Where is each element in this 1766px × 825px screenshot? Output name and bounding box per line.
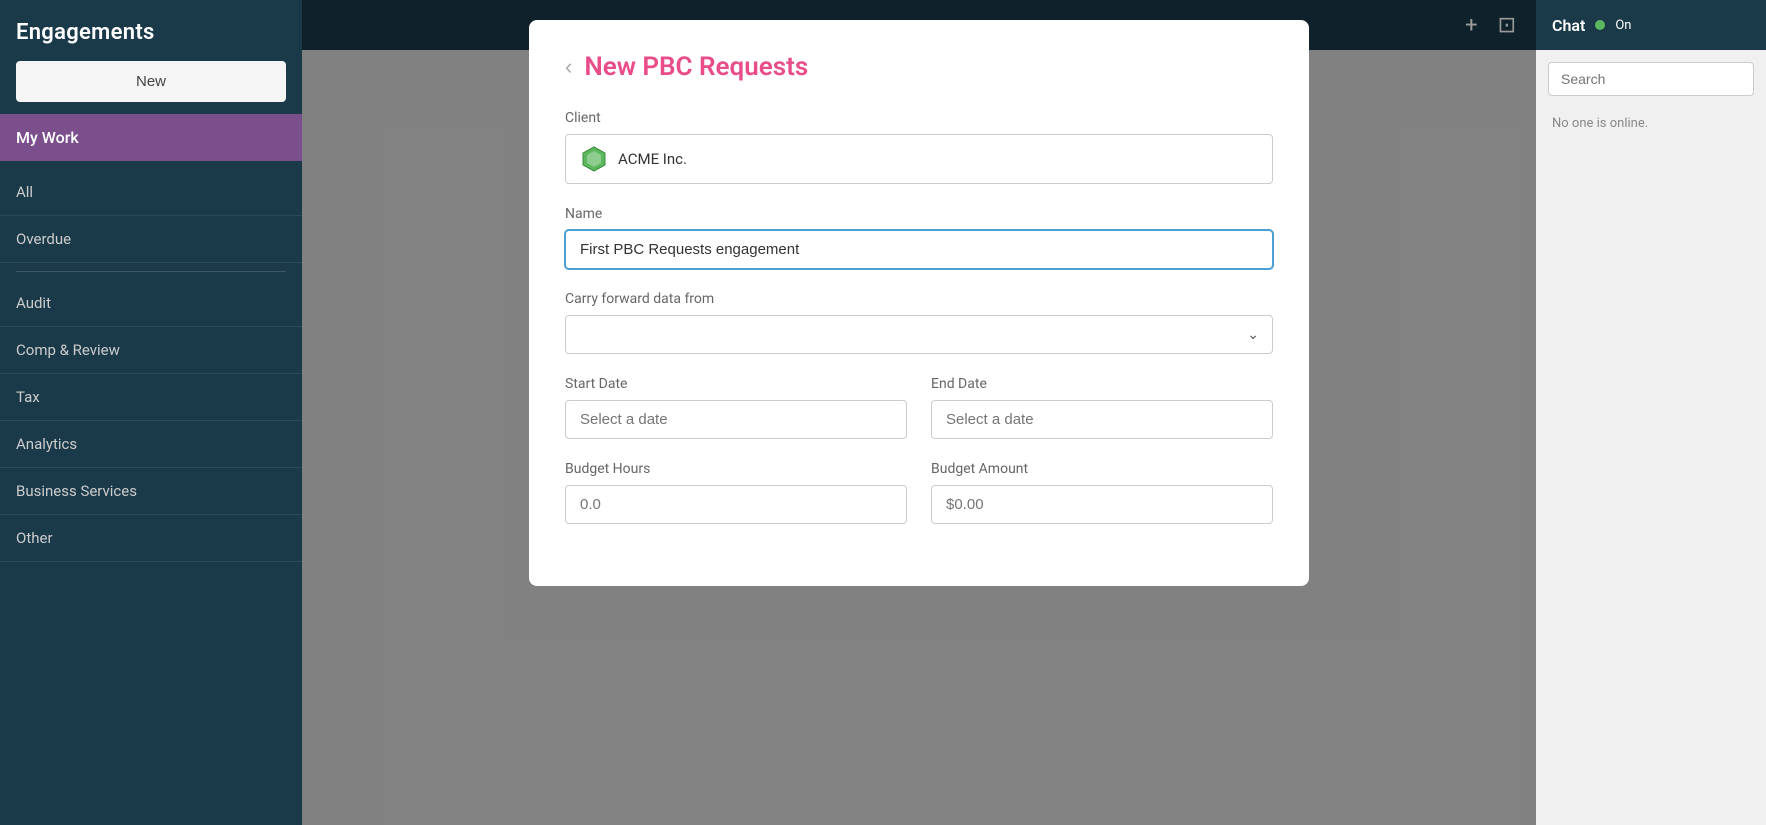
start-date-label: Start Date	[565, 376, 907, 392]
sidebar-item-tax[interactable]: Tax	[0, 374, 302, 421]
sidebar-item-my-work[interactable]: My Work	[0, 114, 302, 161]
sidebar-item-overdue[interactable]: Overdue	[0, 216, 302, 263]
new-button[interactable]: New	[16, 61, 286, 102]
sidebar-item-audit[interactable]: Audit	[0, 280, 302, 327]
client-form-group: Client ACME Inc.	[565, 110, 1273, 184]
client-name: ACME Inc.	[618, 150, 687, 168]
client-label: Client	[565, 110, 1273, 126]
carry-forward-select-wrapper: ⌄	[565, 315, 1273, 354]
carry-forward-label: Carry forward data from	[565, 291, 1273, 307]
sidebar-divider	[16, 271, 286, 272]
start-date-form-group: Start Date	[565, 376, 907, 439]
modal-overlay: ‹ New PBC Requests Client ACME Inc. Name	[302, 0, 1536, 825]
sidebar-item-all[interactable]: All	[0, 169, 302, 216]
start-date-input[interactable]	[565, 400, 907, 439]
sidebar-header: Engagements	[0, 0, 302, 61]
modal-header: ‹ New PBC Requests	[565, 52, 1273, 82]
sidebar-item-other[interactable]: Other	[0, 515, 302, 562]
budget-amount-form-group: Budget Amount	[931, 461, 1273, 524]
budget-amount-input[interactable]	[931, 485, 1273, 524]
chat-panel: Chat On No one is online.	[1536, 0, 1766, 825]
budget-amount-label: Budget Amount	[931, 461, 1273, 477]
chat-header: Chat On	[1536, 0, 1766, 50]
main-area: + ⊡ ‹ New PBC Requests Client ACME Inc.	[302, 0, 1536, 825]
sidebar-nav: All Overdue Audit Comp & Review Tax Anal…	[0, 161, 302, 570]
chat-title: Chat	[1552, 16, 1585, 35]
budget-hours-input[interactable]	[565, 485, 907, 524]
sidebar-item-comp-review[interactable]: Comp & Review	[0, 327, 302, 374]
modal-back-button[interactable]: ‹	[565, 56, 572, 78]
modal: ‹ New PBC Requests Client ACME Inc. Name	[529, 20, 1309, 586]
name-label: Name	[565, 206, 1273, 222]
name-input[interactable]	[565, 230, 1273, 269]
date-row: Start Date End Date	[565, 376, 1273, 461]
sidebar-item-analytics[interactable]: Analytics	[0, 421, 302, 468]
sidebar: Engagements New My Work All Overdue Audi…	[0, 0, 302, 825]
budget-hours-form-group: Budget Hours	[565, 461, 907, 524]
client-field[interactable]: ACME Inc.	[565, 134, 1273, 184]
name-form-group: Name	[565, 206, 1273, 269]
chat-search-wrapper	[1536, 50, 1766, 108]
end-date-form-group: End Date	[931, 376, 1273, 439]
sidebar-item-business-services[interactable]: Business Services	[0, 468, 302, 515]
modal-title: New PBC Requests	[584, 52, 808, 82]
budget-row: Budget Hours Budget Amount	[565, 461, 1273, 546]
online-status-icon	[1595, 20, 1605, 30]
budget-hours-label: Budget Hours	[565, 461, 907, 477]
end-date-label: End Date	[931, 376, 1273, 392]
end-date-input[interactable]	[931, 400, 1273, 439]
online-label: On	[1615, 18, 1631, 33]
carry-forward-form-group: Carry forward data from ⌄	[565, 291, 1273, 354]
chat-no-online-message: No one is online.	[1536, 108, 1766, 139]
client-logo-icon	[580, 145, 608, 173]
carry-forward-select[interactable]	[565, 315, 1273, 354]
chat-search-input[interactable]	[1548, 62, 1754, 96]
